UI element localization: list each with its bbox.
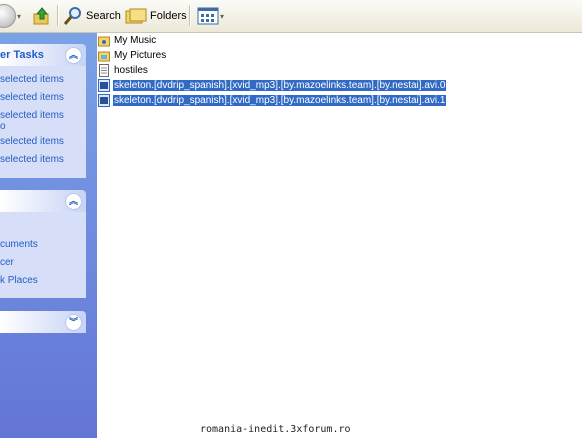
watermark: romania-inedit.3xforum.ro bbox=[200, 424, 351, 435]
folders-button[interactable]: Folders bbox=[125, 4, 187, 28]
file-name: skeleton.[dvdrip_spanish].[xvid_mp3].[by… bbox=[113, 95, 447, 106]
folder-icon bbox=[98, 51, 110, 62]
file-name: My Music bbox=[114, 35, 157, 46]
views-button[interactable]: ▾ bbox=[197, 4, 224, 28]
details-header[interactable]: ︾ bbox=[0, 311, 86, 333]
file-item-avi-0[interactable]: skeleton.[dvdrip_spanish].[xvid_mp3].[by… bbox=[98, 78, 447, 93]
expand-down-icon[interactable]: ︾ bbox=[65, 314, 82, 331]
task-link-wrap[interactable]: o bbox=[0, 121, 6, 132]
search-label: Search bbox=[86, 10, 121, 22]
video-file-icon bbox=[98, 79, 110, 92]
other-places-body: cuments cer k Places bbox=[0, 212, 86, 298]
up-folder-icon bbox=[33, 7, 49, 25]
tasks-title: er Tasks bbox=[0, 49, 44, 61]
task-link[interactable]: selected items bbox=[0, 136, 64, 147]
tasks-body: selected items selected items selected i… bbox=[0, 66, 86, 178]
place-link[interactable]: cuments bbox=[0, 239, 38, 250]
collapse-up-icon[interactable]: ︽ bbox=[65, 47, 82, 64]
folders-icon bbox=[125, 8, 147, 24]
task-link[interactable]: selected items bbox=[0, 92, 64, 103]
folders-label: Folders bbox=[150, 10, 187, 22]
toolbar-separator bbox=[57, 5, 59, 26]
views-icon bbox=[197, 7, 219, 25]
file-item-my-pictures[interactable]: My Pictures bbox=[98, 48, 167, 63]
collapse-up-icon[interactable]: ︽ bbox=[65, 193, 82, 210]
file-item-my-music[interactable]: My Music bbox=[98, 33, 157, 48]
task-link[interactable]: selected items bbox=[0, 74, 64, 85]
other-places-header[interactable]: ︽ bbox=[0, 190, 86, 212]
back-dropdown-icon[interactable]: ▾ bbox=[17, 12, 21, 21]
toolbar: ▾ Search Folders ▾ bbox=[0, 0, 582, 33]
text-file-icon bbox=[99, 64, 109, 77]
task-pane: er Tasks ︽ selected items selected items… bbox=[0, 33, 97, 438]
file-list: My Music My Pictures hostiles skeleton.[… bbox=[97, 33, 582, 438]
search-button[interactable]: Search bbox=[63, 4, 121, 28]
back-button[interactable] bbox=[0, 4, 16, 28]
video-file-icon bbox=[98, 94, 110, 107]
up-folder-button[interactable] bbox=[32, 4, 52, 28]
file-item-avi-1[interactable]: skeleton.[dvdrip_spanish].[xvid_mp3].[by… bbox=[98, 93, 447, 108]
views-dropdown-icon: ▾ bbox=[220, 11, 225, 21]
task-link[interactable]: selected items bbox=[0, 110, 64, 121]
toolbar-separator bbox=[189, 5, 191, 26]
file-name: hostiles bbox=[114, 65, 148, 76]
folder-icon bbox=[98, 36, 110, 47]
file-name: skeleton.[dvdrip_spanish].[xvid_mp3].[by… bbox=[113, 80, 447, 91]
task-link[interactable]: selected items bbox=[0, 154, 64, 165]
file-item-hostiles[interactable]: hostiles bbox=[98, 63, 149, 78]
place-link[interactable]: cer bbox=[0, 257, 14, 268]
search-icon bbox=[63, 7, 81, 25]
file-folder-tasks-header[interactable]: er Tasks ︽ bbox=[0, 44, 86, 66]
file-name: My Pictures bbox=[114, 50, 167, 61]
place-link[interactable]: k Places bbox=[0, 275, 38, 286]
